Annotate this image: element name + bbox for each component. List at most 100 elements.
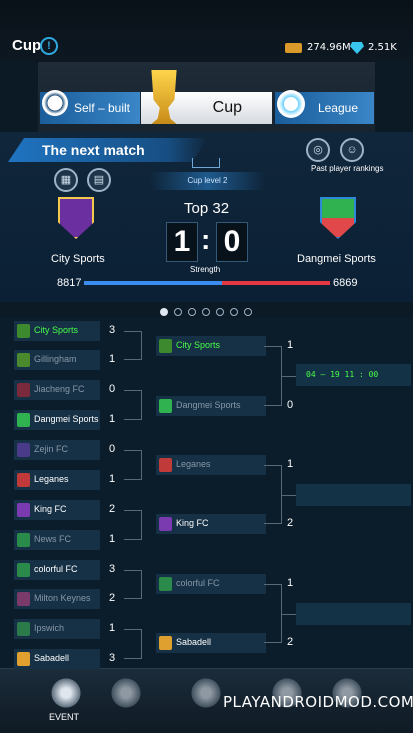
next-match-title: The next match <box>42 142 145 158</box>
page-dot[interactable] <box>174 308 182 316</box>
team-name: Sabadell <box>34 653 70 663</box>
bracket-team-row[interactable]: Sabadell 2 <box>156 633 293 653</box>
page-dot[interactable] <box>230 308 238 316</box>
team-score: 0 <box>108 443 116 455</box>
away-strength: 6869 <box>333 277 358 289</box>
page-dot[interactable] <box>188 308 196 316</box>
team-name: Zejin FC <box>34 444 69 454</box>
team-score: 0 <box>286 399 294 411</box>
team-score: 1 <box>108 533 116 545</box>
bracket-connector <box>124 450 142 480</box>
team-crest-icon <box>159 339 172 353</box>
team-name: Dangmei Sports <box>34 414 99 424</box>
team-score: 2 <box>108 592 116 604</box>
bracket-team-row[interactable]: City Sports 3 <box>14 321 115 341</box>
away-team-name: Dangmei Sports <box>297 253 376 265</box>
team-crest-icon <box>17 473 30 487</box>
calendar-icon[interactable]: ▤ <box>87 168 111 192</box>
team-name: Sabadell <box>176 637 212 647</box>
team-score: 1 <box>286 577 294 589</box>
page-dot[interactable] <box>244 308 252 316</box>
bracket-team-row[interactable]: King FC 2 <box>156 514 293 534</box>
team-crest-icon <box>159 577 172 591</box>
strength-bar <box>84 281 330 285</box>
bracket-team-row[interactable]: Zejin FC 0 <box>14 440 115 460</box>
team-crest-icon <box>17 503 30 517</box>
bracket-team-row[interactable]: Dangmei Sports 1 <box>14 410 115 430</box>
bracket-team-row[interactable]: King FC 2 <box>14 500 115 520</box>
bracket-team-row[interactable]: Gillingham 1 <box>14 350 115 370</box>
team-score: 1 <box>108 473 116 485</box>
team-score: 2 <box>286 517 294 529</box>
lineup-icon[interactable]: ▦ <box>54 168 78 192</box>
bracket-team-row[interactable]: colorful FC 3 <box>14 560 115 580</box>
page-dot[interactable] <box>202 308 210 316</box>
team-crest-icon <box>17 592 30 606</box>
bracket-connector <box>264 465 282 524</box>
bracket-team-row[interactable]: colorful FC 1 <box>156 574 293 594</box>
event-nav-label: EVENT <box>49 712 80 722</box>
team-name: Leganes <box>176 459 211 469</box>
bracket-team-row[interactable]: Sabadell 3 <box>14 649 115 669</box>
shield-nav-icon[interactable] <box>189 676 223 710</box>
team-score: 1 <box>286 458 294 470</box>
page-indicator <box>160 308 252 316</box>
page-dot[interactable] <box>216 308 224 316</box>
score-separator: : <box>201 224 211 255</box>
team-score: 3 <box>108 324 116 336</box>
pitch-icon <box>192 158 220 168</box>
ranking-medal-icon[interactable]: ◎ <box>306 138 330 162</box>
bracket-team-row[interactable]: News FC 1 <box>14 530 115 550</box>
strength-bar-home-fill <box>84 281 223 285</box>
info-icon[interactable]: ! <box>40 37 58 55</box>
team-score: 1 <box>286 339 294 351</box>
team-crest-icon <box>17 622 30 636</box>
team-name: colorful FC <box>34 564 78 574</box>
watermark: PLAYANDROIDMOD.COM <box>223 693 413 711</box>
round3-match-slot[interactable] <box>296 484 411 506</box>
bracket-team-row[interactable]: Ipswich 1 <box>14 619 115 639</box>
coin-balance: 274.96M <box>307 42 351 53</box>
bracket-team-row[interactable]: Leganes 1 <box>156 455 293 475</box>
top-bar <box>0 0 413 62</box>
team-name: colorful FC <box>176 578 220 588</box>
team-score: 1 <box>108 413 116 425</box>
team-name: Dangmei Sports <box>176 400 241 410</box>
team-score: 1 <box>108 622 116 634</box>
bracket-team-row[interactable]: Jiacheng FC 0 <box>14 380 115 400</box>
round3-match-slot[interactable] <box>296 603 411 625</box>
ball-nav-icon[interactable] <box>109 676 143 710</box>
team-crest-icon <box>17 443 30 457</box>
team-crest-icon <box>159 458 172 472</box>
strength-label: Strength <box>190 265 221 274</box>
bracket-connector <box>124 510 142 540</box>
bracket-connector <box>124 629 142 659</box>
team-name: King FC <box>34 504 67 514</box>
team-name: Jiacheng FC <box>34 384 85 394</box>
team-score: 3 <box>108 652 116 664</box>
team-crest-icon <box>159 399 172 413</box>
team-crest-icon <box>17 563 30 577</box>
bracket-team-row[interactable]: Leganes 1 <box>14 470 115 490</box>
event-nav-icon[interactable] <box>49 676 83 710</box>
page-title: Cup <box>12 37 42 54</box>
bracket-connector <box>124 570 142 599</box>
past-player-rankings-label: Past player rankings <box>311 164 384 173</box>
bracket-team-row[interactable]: Milton Keynes 2 <box>14 589 115 609</box>
bracket-connector <box>282 376 296 377</box>
team-score: 2 <box>286 636 294 648</box>
player-ranking-icon[interactable]: ☺ <box>340 138 364 162</box>
team-crest-icon <box>17 413 30 427</box>
team-score: 3 <box>108 563 116 575</box>
page-dot[interactable] <box>160 308 168 316</box>
team-score: 2 <box>108 503 116 515</box>
team-name: Ipswich <box>34 623 65 633</box>
tab-label: Cup <box>212 99 242 116</box>
team-crest-icon <box>17 652 30 666</box>
bracket-team-row[interactable]: Dangmei Sports 0 <box>156 396 293 416</box>
team-name: Leganes <box>34 474 69 484</box>
team-crest-icon <box>17 353 30 367</box>
home-strength: 8817 <box>57 277 82 289</box>
team-name: King FC <box>176 518 209 528</box>
bracket-team-row[interactable]: City Sports 1 <box>156 336 293 356</box>
